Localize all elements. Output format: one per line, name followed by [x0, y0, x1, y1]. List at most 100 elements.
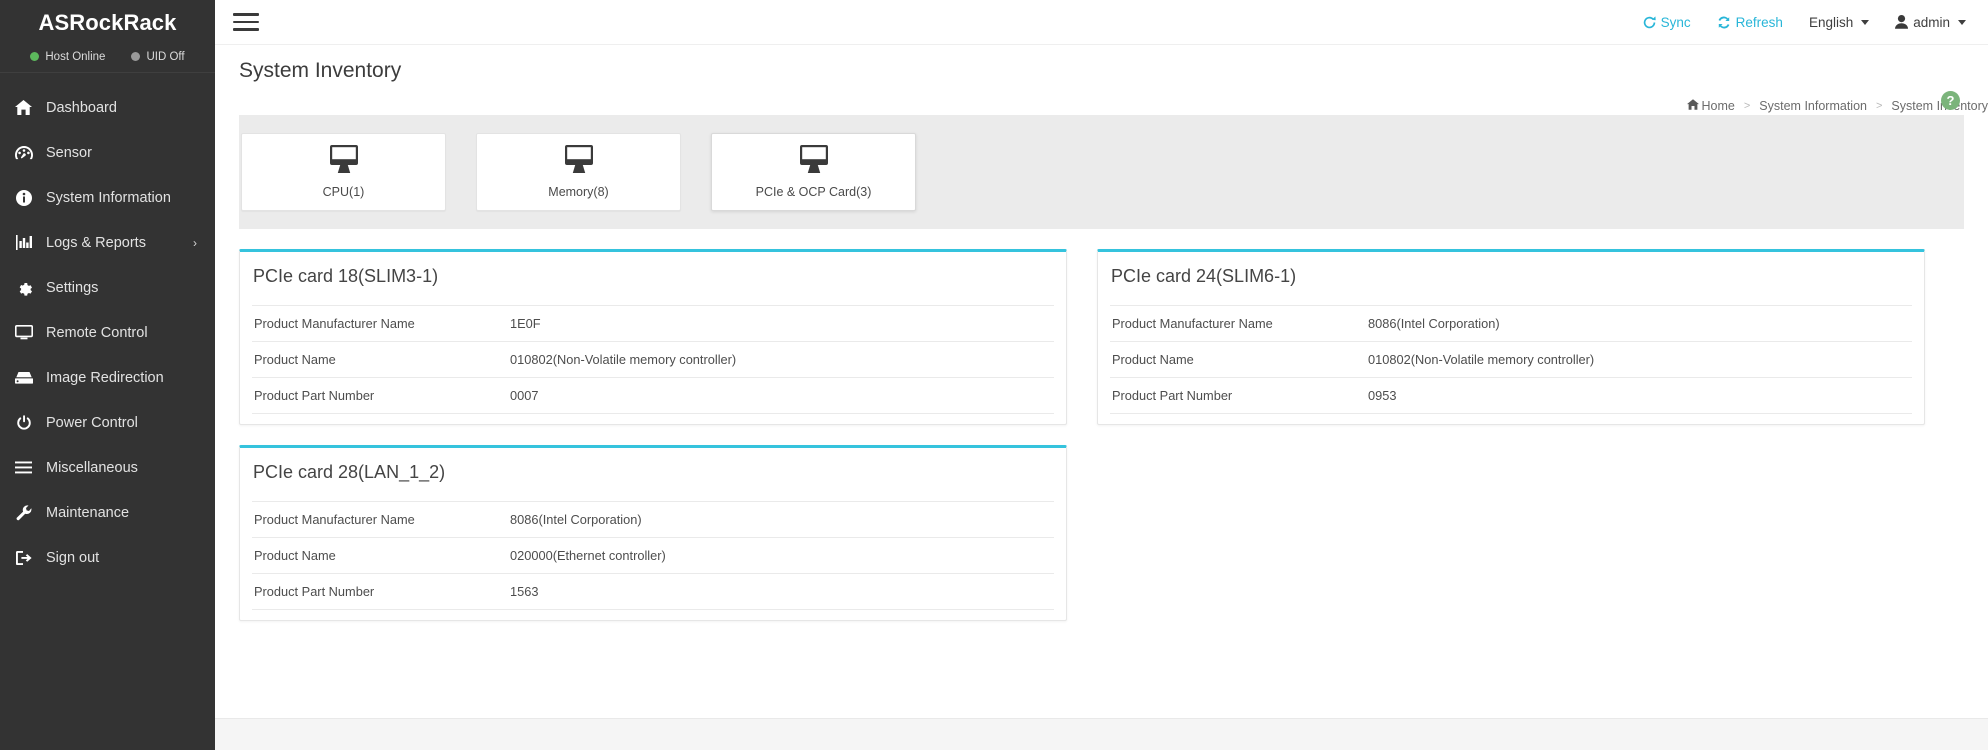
wrench-icon	[14, 504, 33, 521]
host-status-bar: Host Online UID Off	[0, 45, 215, 73]
table-row: Product Name 020000(Ethernet controller)	[252, 537, 1054, 574]
inventory-card-pcie-ocp-card-label: PCIe & OCP Card(3)	[755, 185, 872, 199]
language-selector[interactable]: English	[1808, 14, 1870, 30]
inventory-card-cpu[interactable]: CPU(1)	[241, 133, 446, 211]
inventory-card-memory[interactable]: Memory(8)	[476, 133, 681, 211]
table-row: Product Part Number 0007	[252, 377, 1054, 414]
row-value: 8086(Intel Corporation)	[510, 512, 642, 527]
panel-title: PCIe card 28(LAN_1_2)	[253, 462, 446, 482]
page-header: System Inventory Home > System Informati…	[215, 45, 1988, 113]
hamburger-menu-icon[interactable]	[233, 11, 259, 33]
row-value: 010802(Non-Volatile memory controller)	[510, 352, 737, 367]
refresh-icon	[1717, 16, 1731, 29]
row-value: 010802(Non-Volatile memory controller)	[1368, 352, 1595, 367]
status-host-online: Host Online	[30, 51, 105, 63]
inventory-card-cpu-label: CPU(1)	[322, 185, 365, 199]
status-dot-grey-icon	[131, 52, 141, 61]
topbar-actions: Sync Refresh English admin	[1643, 15, 1966, 30]
sidebar-item-miscellaneous[interactable]: Miscellaneous	[0, 445, 215, 490]
sidebar-item-power-control-label: Power Control	[46, 414, 138, 431]
sidebar-item-power-control[interactable]: Power Control	[0, 400, 215, 445]
user-label: admin	[1913, 14, 1950, 30]
row-value: 1E0F	[510, 316, 541, 331]
sidebar-item-maintenance[interactable]: Maintenance	[0, 490, 215, 535]
monitor-icon	[797, 145, 831, 180]
refresh-label: Refresh	[1735, 14, 1783, 30]
table-row: Product Name 010802(Non-Volatile memory …	[1110, 341, 1912, 378]
sidebar-item-miscellaneous-label: Miscellaneous	[46, 459, 138, 476]
inventory-card-memory-label: Memory(8)	[548, 185, 609, 199]
brand-logo[interactable]: ASRockRack	[0, 0, 215, 45]
panel-detail-table: Product Manufacturer Name 1E0F Product N…	[252, 305, 1054, 414]
disk-icon	[14, 371, 33, 385]
sidebar-item-logs-label: System Information	[46, 189, 171, 206]
status-dot-green-icon	[30, 52, 40, 61]
sidebar-item-sign-out-label: Sign out	[46, 549, 100, 566]
chevron-right-icon: ›	[193, 235, 197, 250]
main-content: Sync Refresh English admin System Invent…	[215, 0, 1988, 750]
row-value: 0953	[1368, 388, 1397, 403]
status-host-online-label: Host Online	[45, 50, 106, 63]
row-key: Product Manufacturer Name	[254, 512, 415, 527]
sidebar-item-logs-and-reports-label: Logs & Reports	[46, 234, 146, 251]
sidebar-item-settings-label: Settings	[46, 279, 99, 296]
power-icon	[14, 414, 33, 431]
gear-icon	[14, 280, 33, 296]
inventory-card-pcie-ocp-card[interactable]: PCIe & OCP Card(3)	[711, 133, 916, 211]
row-key: Product Part Number	[254, 388, 375, 403]
footer-bar	[215, 718, 1988, 750]
user-icon	[1895, 15, 1909, 29]
sidebar-item-remote-control[interactable]: Remote Control	[0, 310, 215, 355]
sidebar-item-dashboard[interactable]: Dashboard	[0, 85, 215, 130]
sidebar-item-image-redirection[interactable]: Image Redirection	[0, 355, 215, 400]
monitor-icon	[327, 145, 361, 180]
row-value: 0007	[510, 388, 539, 403]
user-menu[interactable]: admin	[1895, 15, 1966, 30]
table-row: Product Name 010802(Non-Volatile memory …	[252, 341, 1054, 378]
sidebar-item-sign-out[interactable]: Sign out	[0, 535, 215, 580]
row-key: Product Name	[254, 548, 336, 563]
bars-icon	[14, 461, 33, 474]
monitor-icon	[562, 145, 596, 180]
refresh-button[interactable]: Refresh	[1717, 15, 1783, 30]
sidebar-item-image-redirection-label: Image Redirection	[46, 369, 164, 386]
status-uid-label: UID Off	[146, 50, 185, 63]
table-row: Product Manufacturer Name 1E0F	[252, 305, 1054, 342]
sidebar-item-dashboard-label: Dashboard	[46, 99, 117, 116]
panel-title: PCIe card 18(SLIM3-1)	[253, 266, 439, 286]
panel-pcie-card-24: PCIe card 24(SLIM6-1) Product Manufactur…	[1097, 249, 1925, 425]
row-value: 1563	[510, 584, 539, 599]
sidebar-nav: Dashboard Sensor System Information Logs…	[0, 85, 215, 580]
gauge-icon	[14, 145, 33, 160]
table-row: Product Part Number 0953	[1110, 377, 1912, 414]
help-icon[interactable]: ?	[1941, 91, 1960, 110]
panel-pcie-card-18: PCIe card 18(SLIM3-1) Product Manufactur…	[239, 249, 1067, 425]
sidebar-item-sensor[interactable]: Sensor	[0, 130, 215, 175]
row-value: 8086(Intel Corporation)	[1368, 316, 1500, 331]
info-circle-icon	[14, 189, 33, 206]
row-key: Product Part Number	[1112, 388, 1233, 403]
row-key: Product Manufacturer Name	[1112, 316, 1273, 331]
table-row: Product Part Number 1563	[252, 573, 1054, 610]
app-root: ASRockRack Host Online UID Off Dashboard	[0, 0, 1988, 750]
sync-icon	[1643, 15, 1656, 29]
sidebar-item-remote-control-label: Remote Control	[46, 324, 148, 341]
pcie-card-panels: PCIe card 18(SLIM3-1) Product Manufactur…	[215, 229, 1988, 718]
language-label: English	[1808, 14, 1854, 30]
row-key: Product Name	[254, 352, 336, 367]
sidebar-item-sensor-label: Sensor	[46, 144, 92, 161]
row-key: Product Part Number	[254, 584, 375, 599]
home-icon	[14, 100, 33, 115]
monitor-icon	[14, 325, 33, 340]
row-value: 020000(Ethernet controller)	[510, 548, 666, 563]
sidebar-item-system-information[interactable]: System Information	[0, 175, 215, 220]
top-bar: Sync Refresh English admin	[215, 0, 1988, 45]
sidebar-item-settings[interactable]: Settings	[0, 265, 215, 310]
table-row: Product Manufacturer Name 8086(Intel Cor…	[1110, 305, 1912, 342]
table-row: Product Manufacturer Name 8086(Intel Cor…	[252, 501, 1054, 538]
sync-button[interactable]: Sync	[1643, 15, 1691, 30]
help-row: ?	[215, 79, 1988, 115]
chevron-down-icon	[1958, 19, 1966, 25]
sidebar-item-logs-and-reports[interactable]: Logs & Reports ›	[0, 220, 215, 265]
panel-detail-table: Product Manufacturer Name 8086(Intel Cor…	[252, 501, 1054, 610]
